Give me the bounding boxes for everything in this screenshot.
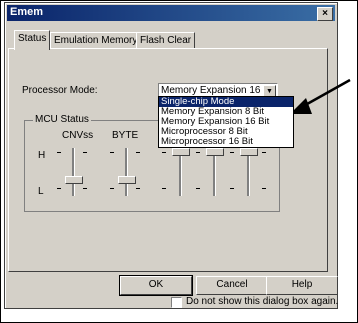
tick-mark [230,188,234,189]
tick-mark [110,188,114,189]
tick-mark [196,152,200,153]
h-label: H [38,150,46,161]
close-button[interactable]: × [317,7,333,21]
l-label: L [38,186,44,197]
processor-mode-value: Memory Expansion 16 Bit [161,85,275,96]
ok-button[interactable]: OK [119,275,193,296]
cnvss-label: CNVss [62,130,94,141]
processor-mode-label: Processor Mode: [22,85,98,96]
slider-thumb[interactable] [118,176,136,184]
tab-flash-clear[interactable]: Flash Clear [136,32,196,49]
option-microprocessor-16-bit[interactable]: Microprocessor 16 Bit [159,137,293,147]
mcu-status-label: MCU Status [33,114,91,125]
slider-track [125,148,128,196]
window-title: Emem [10,6,44,18]
tick-mark [83,152,87,153]
byte-label: BYTE [112,130,139,141]
help-button[interactable]: Help [266,276,338,295]
dont-show-checkbox[interactable] [171,297,182,308]
slider-thumb[interactable] [65,176,83,184]
dont-show-label: Do not show this dialog box again. [186,296,339,307]
tick-mark [57,152,61,153]
processor-mode-dropdown: Single-chip Mode Memory Expansion 8 Bit … [158,96,294,148]
slider-thumb[interactable] [240,148,258,156]
tick-mark [110,152,114,153]
tick-mark [57,188,61,189]
tick-mark [196,188,200,189]
tick-mark [83,188,87,189]
port-slider-3[interactable] [172,148,190,196]
tab-emulation-memory[interactable]: Emulation Memory [50,32,142,49]
tick-mark [262,152,266,153]
title-bar: Emem × [7,5,335,21]
tab-status[interactable]: Status [14,30,51,50]
tick-mark [162,188,166,189]
slider-track [72,148,75,196]
port-slider-4[interactable] [206,148,224,196]
tick-mark [230,152,234,153]
cnvss-slider[interactable] [65,148,83,196]
port-slider-5[interactable] [240,148,258,196]
tick-mark [136,188,140,189]
tick-mark [162,152,166,153]
slider-thumb[interactable] [172,148,190,156]
cancel-button[interactable]: Cancel [196,276,268,295]
slider-thumb[interactable] [206,148,224,156]
tick-mark [262,188,266,189]
byte-slider[interactable] [118,148,136,196]
tick-mark [136,152,140,153]
